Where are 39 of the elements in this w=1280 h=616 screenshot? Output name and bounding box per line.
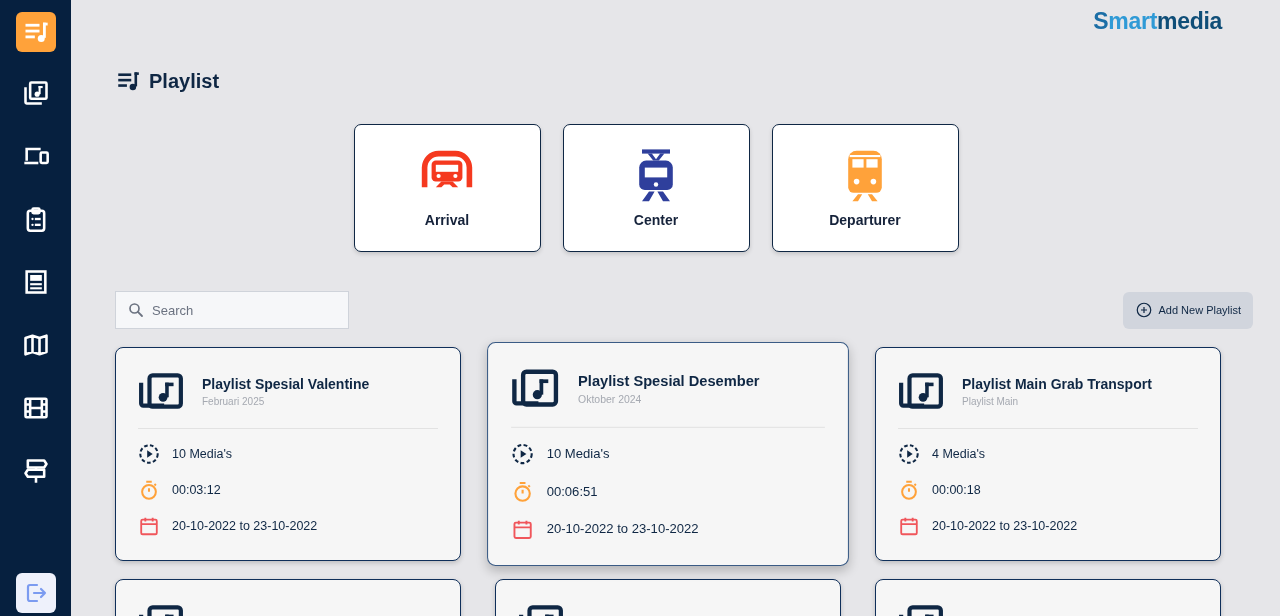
search-field[interactable]: Search: [115, 291, 349, 329]
stopwatch-icon: [898, 479, 920, 501]
film-icon: [21, 394, 50, 422]
category-card[interactable]: Arrival: [353, 124, 541, 252]
playlist-title: Playlist Spesial Valentine: [202, 375, 370, 392]
sidebar-item[interactable]: [15, 12, 56, 52]
calendar-icon: [138, 515, 160, 537]
category-card[interactable]: Center: [562, 124, 750, 252]
logout-button[interactable]: [15, 573, 56, 613]
page-title: Playlist: [149, 69, 220, 93]
media-count: 10 Media's: [172, 447, 233, 461]
logo-wordmark: Smartmedia: [1093, 8, 1222, 34]
playlist-subtitle: Oktober 2024: [578, 392, 643, 405]
map-icon: [21, 331, 50, 359]
play-circle-icon: [138, 443, 160, 465]
media-count: 4 Media's: [932, 447, 986, 461]
stopwatch-icon: [138, 479, 160, 501]
date-range: 20-10-2022 to 23-10-2022: [932, 519, 1078, 533]
calendar-icon: [898, 515, 920, 537]
play-circle-icon: [511, 442, 535, 466]
category-card[interactable]: Departurer: [771, 124, 959, 252]
add-playlist-button[interactable]: Add New Playlist: [1123, 291, 1253, 329]
playlist-subtitle: Februari 2025: [202, 395, 266, 407]
playlist-card[interactable]: Playlist Main Grab Transport Playlist Main 4 Media's 00:00:18 20-10-2022 to 23-10-2022: [875, 347, 1221, 561]
media-count: 10 Media's: [546, 446, 610, 462]
signpost-icon: [21, 457, 50, 485]
duration: 00:00:18: [932, 483, 981, 497]
date-range: 20-10-2022 to 23-10-2022: [172, 519, 318, 533]
playlist-subtitle: Playlist Main: [962, 395, 1020, 407]
duration: 00:03:12: [172, 483, 221, 497]
plus-circle-icon: [1135, 301, 1154, 319]
library-icon: [21, 79, 50, 107]
date-range: 20-10-2022 to 23-10-2022: [546, 522, 699, 537]
playlist-card[interactable]: Playlist Spesial Desember Oktober 2024 10 Media's 00:06:51 20-10-2022 to 23-10-2022: [487, 342, 849, 566]
playlist-title: Playlist Main Grab Transport: [962, 375, 1152, 392]
play-circle-icon: [898, 443, 920, 465]
playlist-card[interactable]: Playlist Spesial Valentine Februari 2025 10 Media's 00:03:12 20-10-2022 to 23-10-2022: [115, 347, 461, 561]
duration: 00:06:51: [546, 484, 598, 499]
playlist-title: Playlist Spesial Desember: [578, 371, 760, 389]
